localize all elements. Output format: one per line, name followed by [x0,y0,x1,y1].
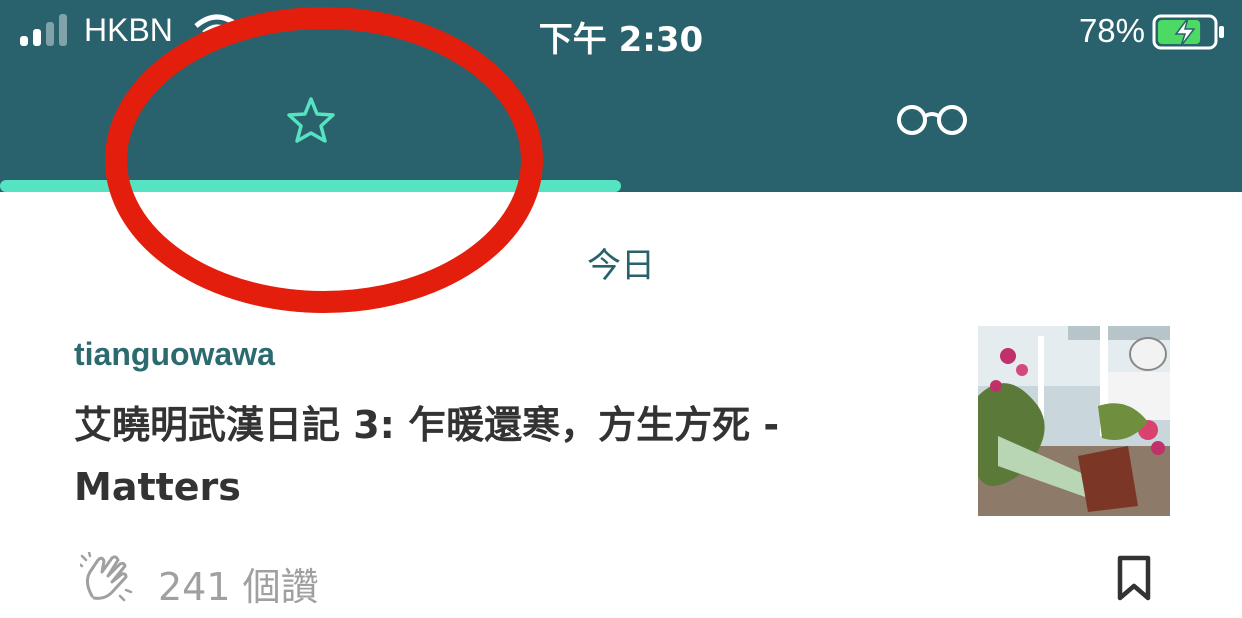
article-thumbnail[interactable] [978,326,1170,516]
glasses-icon [897,105,967,135]
app-header: HKBN 下午 2:30 78% [0,0,1242,192]
section-title: 今日 [587,246,655,286]
clap-icon[interactable] [80,552,134,602]
article-author[interactable]: tianguowawa [74,336,275,373]
article-title[interactable]: 艾曉明武漢日記 3: 乍暖還寒，方生方死 - Matters [74,394,934,518]
star-icon [287,97,335,143]
battery-charging-icon [1152,14,1224,50]
status-bar: HKBN 下午 2:30 78% [0,0,1242,66]
bookmark-icon[interactable] [1114,554,1154,602]
tab-following[interactable] [0,66,621,192]
tab-selected-indicator [0,180,621,192]
clock: 下午 2:30 [538,20,704,60]
battery-percentage: 78% [1078,12,1145,49]
clap-count: 241 個讚 [158,565,319,609]
tab-reading[interactable] [621,66,1242,192]
